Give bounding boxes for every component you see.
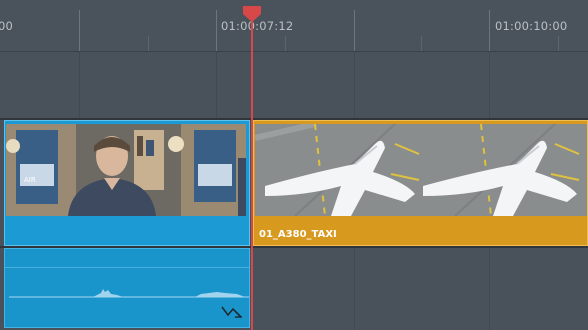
svg-text:AIR: AIR [24, 176, 36, 184]
ruler-tick [421, 36, 422, 52]
ruler-tick [558, 36, 559, 52]
video-clip-a380-taxi[interactable]: 01_A380_TAXI [253, 120, 588, 246]
video-clip-interview[interactable]: AIR [4, 120, 250, 246]
playhead-line[interactable] [251, 18, 253, 330]
timeline-panel[interactable]: 00 01:00:07:12 01:00:10:00 AIR 01_A380_T… [0, 0, 588, 330]
ruler-tick [216, 10, 217, 52]
audio-waveform [9, 289, 249, 298]
ruler-timecode-label: 01:00:10:00 [495, 19, 568, 33]
ruler-tick [285, 36, 286, 52]
clip-name-label: 01_A380_TAXI [259, 229, 337, 240]
playhead-handle-icon[interactable] [243, 6, 261, 22]
interview-speaker-thumbnail: AIR [6, 124, 246, 216]
timecode-ruler[interactable]: 00 01:00:07:12 01:00:10:00 [0, 0, 588, 52]
a380-airplane-taxi-thumbnail [255, 124, 587, 216]
volume-curve-icon[interactable] [221, 303, 243, 319]
ruler-tick [489, 10, 490, 52]
ruler-tick [354, 10, 355, 52]
ruler-timecode-label: 00 [0, 19, 14, 33]
ruler-tick [79, 10, 80, 52]
audio-clip-interview[interactable] [4, 248, 250, 328]
ruler-tick [148, 36, 149, 52]
video-track-2-lane[interactable] [0, 52, 588, 118]
